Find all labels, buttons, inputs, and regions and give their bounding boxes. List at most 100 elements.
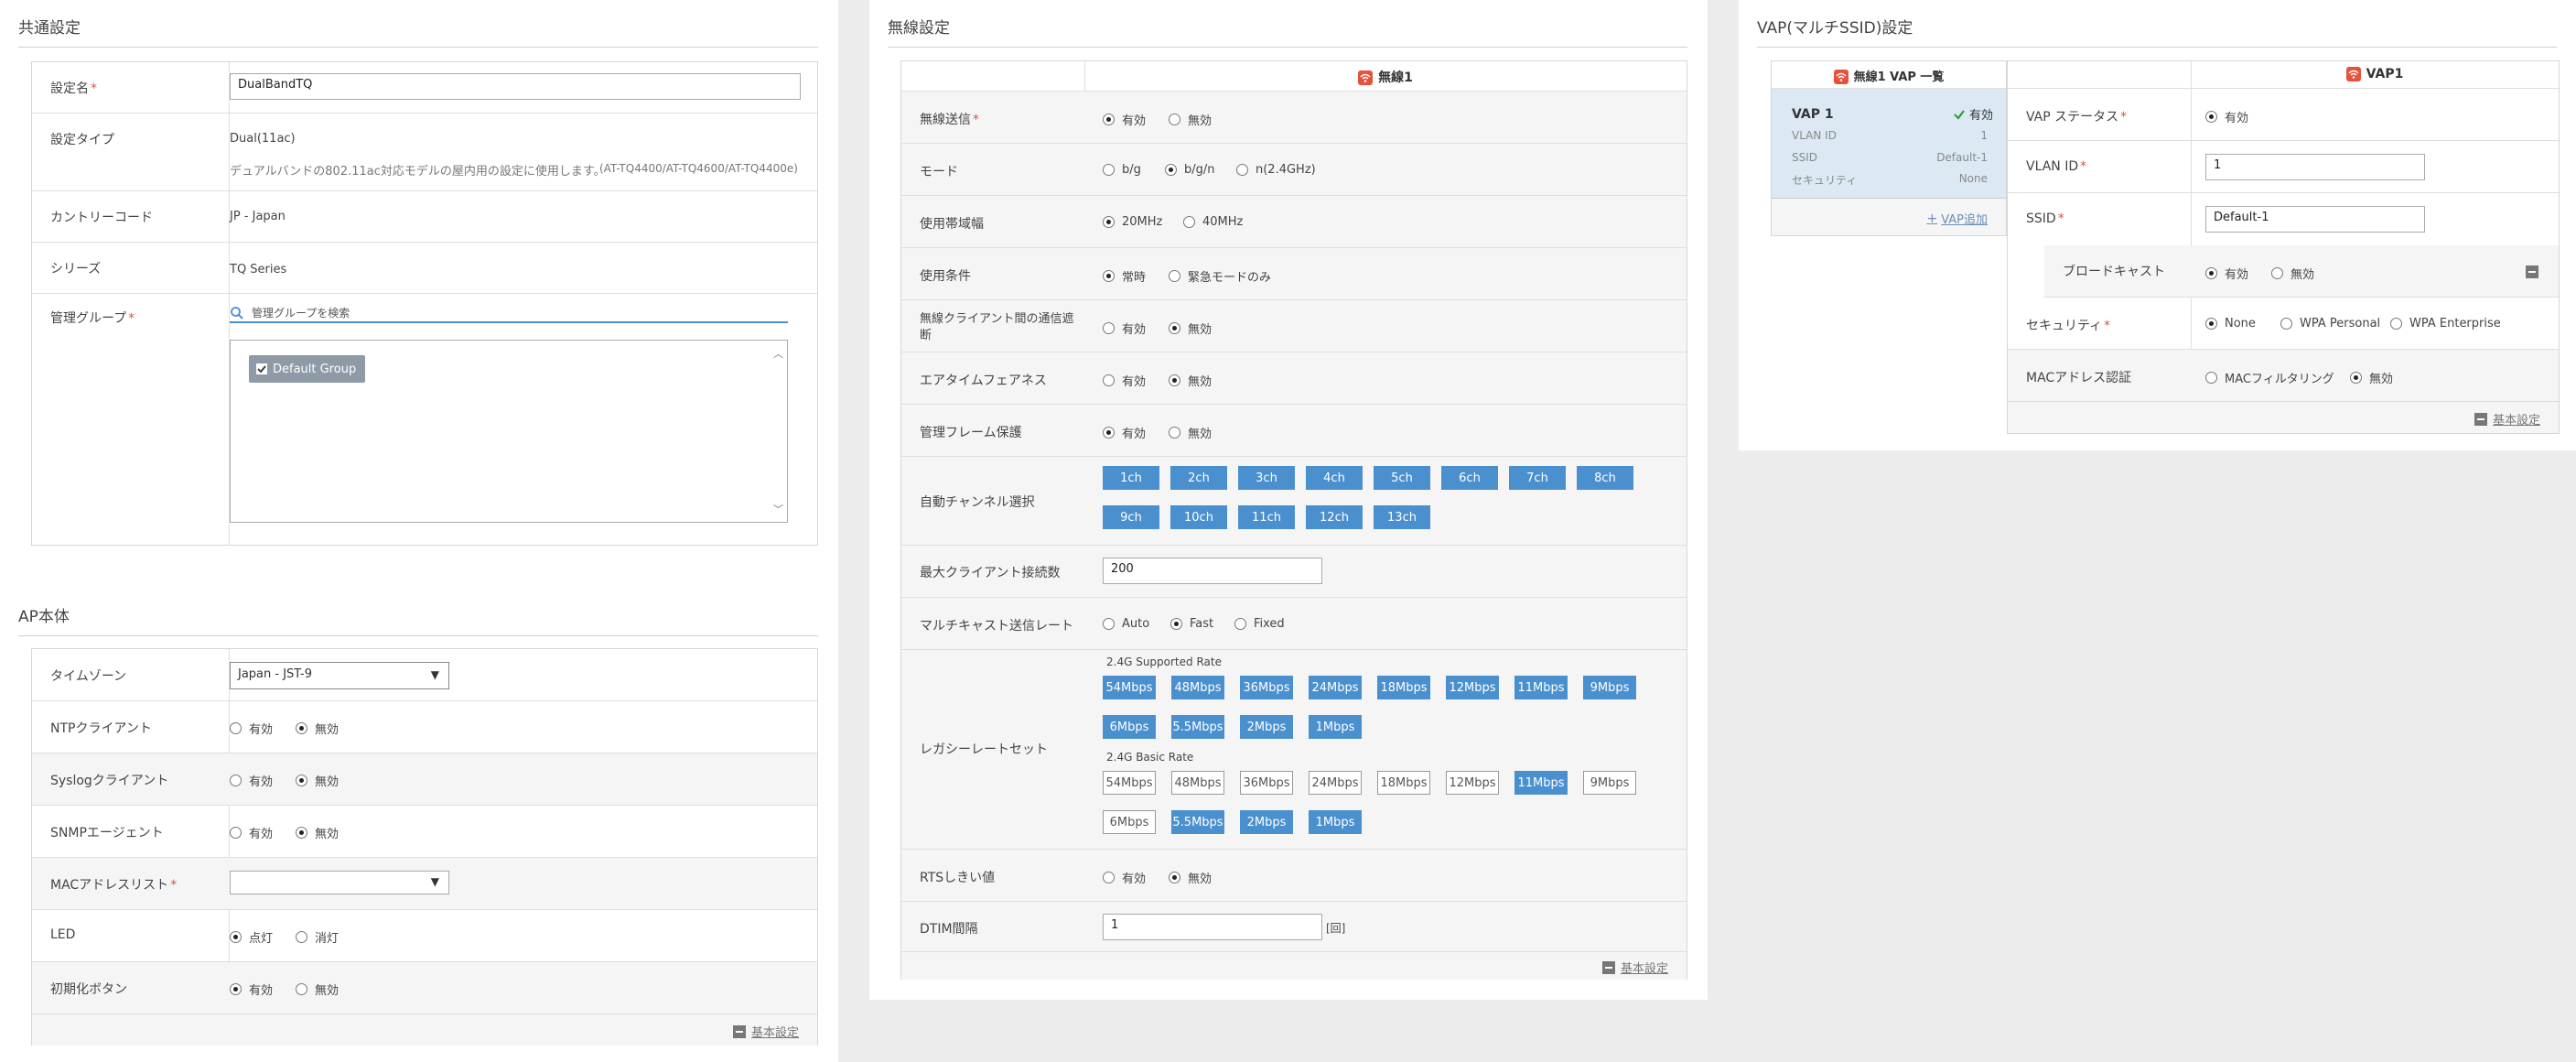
- channel-chip[interactable]: 1ch: [1103, 466, 1159, 490]
- channel-chip[interactable]: 8ch: [1577, 466, 1633, 490]
- common-column: 共通設定 設定名 * DualBandTQ 設定タイプ Dual(11ac) デュ…: [0, 0, 838, 1062]
- vap-status-enabled-radio[interactable]: 有効: [2205, 108, 2248, 125]
- mac-list-select[interactable]: ▼: [230, 871, 449, 894]
- vap-basic-settings-link[interactable]: 基本設定: [2474, 410, 2540, 428]
- mgmt-enabled-radio[interactable]: 有効: [1103, 424, 1146, 441]
- basic-rate-chip[interactable]: 36Mbps: [1240, 771, 1293, 795]
- supported-rate-chip[interactable]: 18Mbps: [1377, 676, 1430, 699]
- airtime-disabled-radio[interactable]: 無効: [1169, 372, 1212, 389]
- supported-rate-chip[interactable]: 36Mbps: [1240, 676, 1293, 699]
- basic-rate-chip[interactable]: 1Mbps: [1309, 810, 1362, 834]
- macauth-disabled-radio[interactable]: 無効: [2350, 369, 2393, 386]
- supported-rate-chip[interactable]: 2Mbps: [1240, 715, 1293, 739]
- broadcast-disabled-radio[interactable]: 無効: [2271, 265, 2314, 282]
- channel-chip[interactable]: 9ch: [1103, 505, 1159, 529]
- tx-disabled-radio[interactable]: 無効: [1169, 111, 1212, 128]
- supported-rate-chip[interactable]: 24Mbps: [1309, 676, 1362, 699]
- syslog-disabled-radio[interactable]: 無効: [296, 772, 339, 789]
- security-wpa-enterprise-radio[interactable]: WPA Enterprise: [2390, 317, 2501, 331]
- rts-disabled-radio[interactable]: 無効: [1169, 869, 1212, 886]
- channel-chip[interactable]: 13ch: [1374, 505, 1430, 529]
- channel-chip[interactable]: 6ch: [1441, 466, 1498, 490]
- channel-chip[interactable]: 2ch: [1170, 466, 1227, 490]
- mgmt-disabled-radio[interactable]: 無効: [1169, 424, 1212, 441]
- security-none-radio[interactable]: None: [2205, 317, 2256, 331]
- channel-chip[interactable]: 3ch: [1238, 466, 1295, 490]
- basic-rate-chip[interactable]: 24Mbps: [1309, 771, 1362, 795]
- basic-rate-chip[interactable]: 5.5Mbps: [1171, 810, 1224, 834]
- snmp-enabled-radio[interactable]: 有効: [230, 824, 273, 841]
- collapse-icon[interactable]: [2526, 266, 2538, 278]
- group-chip[interactable]: Default Group: [249, 355, 366, 383]
- name-input[interactable]: DualBandTQ: [230, 73, 801, 100]
- ntp-enabled-radio[interactable]: 有効: [230, 720, 273, 737]
- basic-rate-chip[interactable]: 48Mbps: [1171, 771, 1224, 795]
- basic-rate-chip[interactable]: 12Mbps: [1446, 771, 1499, 795]
- airtime-enabled-radio[interactable]: 有効: [1103, 372, 1146, 389]
- bw-20-radio[interactable]: 20MHz: [1103, 215, 1162, 229]
- mode-bgn-radio[interactable]: b/g/n: [1165, 163, 1215, 177]
- snmp-disabled-radio[interactable]: 無効: [296, 824, 339, 841]
- ssid-input[interactable]: Default-1: [2205, 206, 2425, 233]
- supported-rate-chip[interactable]: 11Mbps: [1514, 676, 1568, 699]
- basic-rate-chip[interactable]: 9Mbps: [1583, 771, 1636, 795]
- basic-rate-chip[interactable]: 11Mbps: [1514, 771, 1568, 795]
- supported-rate-chip[interactable]: 1Mbps: [1309, 715, 1362, 739]
- basic-rate-chip[interactable]: 54Mbps: [1103, 771, 1156, 795]
- channel-chip[interactable]: 5ch: [1374, 466, 1430, 490]
- rts-enabled-radio[interactable]: 有効: [1103, 869, 1146, 886]
- scroll-down-icon[interactable]: ﹀: [773, 502, 783, 516]
- macauth-filter-radio[interactable]: MACフィルタリング: [2205, 369, 2334, 386]
- scroll-up-icon[interactable]: ︿: [773, 346, 783, 361]
- wireless-basic-settings-link[interactable]: 基本設定: [1601, 959, 1668, 976]
- bw-40-radio[interactable]: 40MHz: [1183, 215, 1243, 229]
- group-search[interactable]: 管理グループを検索: [230, 303, 788, 323]
- channel-chip[interactable]: 12ch: [1306, 505, 1363, 529]
- channel-chip[interactable]: 7ch: [1509, 466, 1566, 490]
- syslog-enabled-radio[interactable]: 有効: [230, 772, 273, 789]
- multicast-fast-radio[interactable]: Fast: [1170, 617, 1213, 631]
- supported-rate-chip[interactable]: 48Mbps: [1171, 676, 1224, 699]
- channel-chip[interactable]: 10ch: [1170, 505, 1227, 529]
- init-enabled-radio[interactable]: 有効: [230, 981, 273, 998]
- dtim-input[interactable]: 1: [1103, 914, 1322, 940]
- led-off-radio[interactable]: 消灯: [296, 928, 339, 946]
- supported-rate-chip[interactable]: 5.5Mbps: [1171, 715, 1224, 739]
- legacy-rate-label: レガシーレートセット: [920, 742, 1048, 757]
- vlan-input[interactable]: 1: [2205, 154, 2425, 180]
- ap-basic-settings-link[interactable]: 基本設定: [732, 1023, 799, 1040]
- country-value: JP - Japan: [230, 210, 286, 223]
- vap-column: VAP(マルチSSID)設定 無線1 VAP 一覧 VAP 1 有効 VLAN …: [1739, 0, 2576, 450]
- ssid-label: SSID: [2026, 211, 2056, 226]
- mode-bg-radio[interactable]: b/g: [1103, 163, 1141, 177]
- security-wpa-personal-radio[interactable]: WPA Personal: [2280, 317, 2380, 331]
- vap-add-link[interactable]: + VAP追加: [1926, 210, 1988, 228]
- channel-chip[interactable]: 11ch: [1238, 505, 1295, 529]
- vap-list-item[interactable]: VAP 1 有効 VLAN ID 1 SSID Default-1 セキュリティ…: [1772, 89, 2006, 199]
- basic-rate-chip[interactable]: 2Mbps: [1240, 810, 1293, 834]
- supported-rate-chip[interactable]: 54Mbps: [1103, 676, 1156, 699]
- tx-enabled-radio[interactable]: 有効: [1103, 111, 1146, 128]
- multicast-auto-radio[interactable]: Auto: [1103, 617, 1149, 631]
- mode-n-radio[interactable]: n(2.4GHz): [1236, 163, 1316, 177]
- isolation-disabled-radio[interactable]: 無効: [1169, 320, 1212, 337]
- broadcast-enabled-radio[interactable]: 有効: [2205, 265, 2248, 282]
- isolation-enabled-radio[interactable]: 有効: [1103, 320, 1146, 337]
- supported-rate-chip[interactable]: 12Mbps: [1446, 676, 1499, 699]
- cond-always-radio[interactable]: 常時: [1103, 267, 1146, 285]
- group-listbox[interactable]: Default Group ︿ ﹀: [230, 340, 788, 523]
- channel-chip[interactable]: 4ch: [1306, 466, 1363, 490]
- basic-rate-chip[interactable]: 6Mbps: [1103, 810, 1156, 834]
- ntp-disabled-radio[interactable]: 無効: [296, 720, 339, 737]
- supported-rate-chip[interactable]: 6Mbps: [1103, 715, 1156, 739]
- basic-rate-chip[interactable]: 18Mbps: [1377, 771, 1430, 795]
- maxclient-input[interactable]: 200: [1103, 558, 1322, 584]
- supported-rate-chip[interactable]: 9Mbps: [1583, 676, 1636, 699]
- rts-label: RTSしきい値: [920, 871, 996, 885]
- init-disabled-radio[interactable]: 無効: [296, 981, 339, 998]
- multicast-fixed-radio[interactable]: Fixed: [1234, 617, 1285, 631]
- timezone-select[interactable]: Japan - JST-9 ▼: [230, 662, 449, 689]
- vap-item-ssid-value: Default-1: [1936, 151, 1988, 164]
- cond-emergency-radio[interactable]: 緊急モードのみ: [1169, 267, 1271, 285]
- led-on-radio[interactable]: 点灯: [230, 928, 273, 946]
